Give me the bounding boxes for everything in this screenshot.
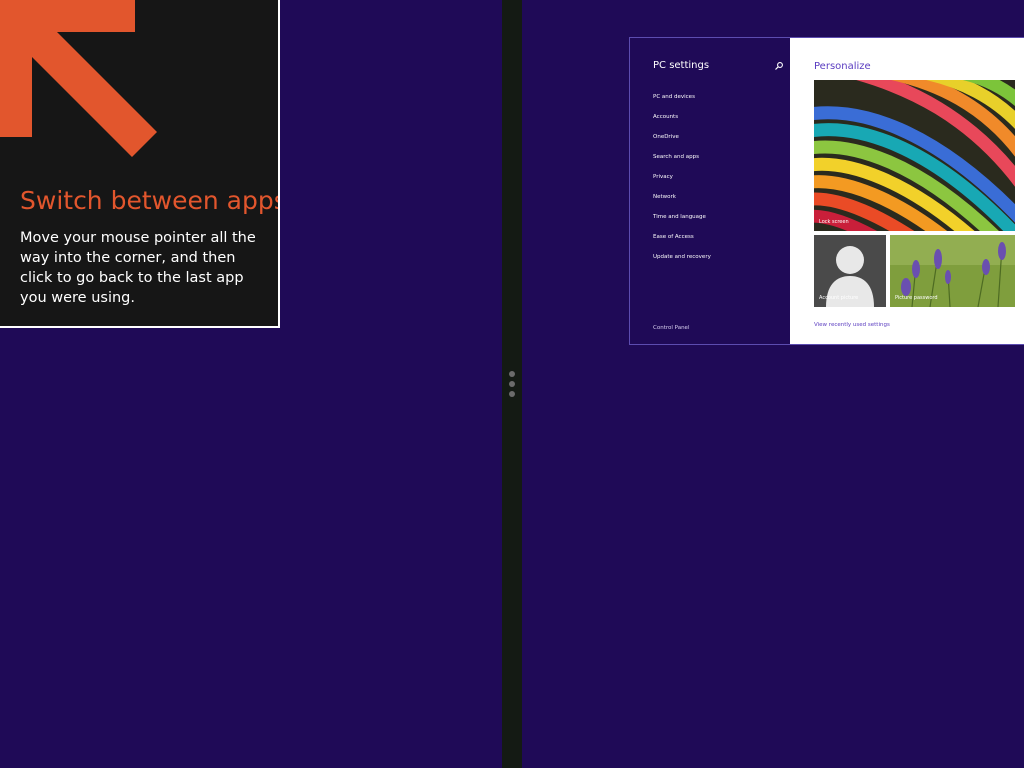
grip-dot-icon[interactable]	[509, 371, 515, 377]
tip-description: Move your mouse pointer all the way into…	[20, 230, 256, 306]
recent-settings-link[interactable]: View recently used settings	[814, 322, 890, 328]
lock-screen-image	[814, 80, 1015, 231]
lock-screen-tile[interactable]: Lock screen	[814, 80, 1015, 231]
nav-item-ease-of-access[interactable]: Ease of Access	[653, 233, 711, 253]
settings-nav-pane: PC settings PC and devices Accounts OneD…	[630, 38, 790, 344]
control-panel-link[interactable]: Control Panel	[653, 325, 689, 331]
nav-title: PC settings	[653, 60, 710, 71]
search-icon[interactable]	[774, 61, 784, 71]
account-picture-tile[interactable]: Account picture	[814, 235, 886, 307]
app-splitter[interactable]	[502, 0, 522, 768]
nav-item-update-and-recovery[interactable]: Update and recovery	[653, 253, 711, 273]
desktop: Switch between apps Move your mouse poin…	[0, 0, 1024, 768]
nav-item-search-and-apps[interactable]: Search and apps	[653, 153, 711, 173]
nav-item-pc-and-devices[interactable]: PC and devices	[653, 93, 711, 113]
picture-password-tile[interactable]: Picture password	[890, 235, 1015, 307]
grip-dot-icon[interactable]	[509, 391, 515, 397]
tip-panel: Switch between apps Move your mouse poin…	[0, 0, 280, 328]
nav-item-time-and-language[interactable]: Time and language	[653, 213, 711, 233]
picture-password-label: Picture password	[895, 295, 938, 301]
settings-content-pane: Personalize Lock screen Account picture …	[790, 38, 1024, 344]
nav-item-onedrive[interactable]: OneDrive	[653, 133, 711, 153]
settings-nav-list: PC and devices Accounts OneDrive Search …	[653, 93, 711, 273]
content-title: Personalize	[814, 61, 871, 72]
grip-dot-icon[interactable]	[509, 381, 515, 387]
nav-item-accounts[interactable]: Accounts	[653, 113, 711, 133]
tip-title: Switch between apps	[20, 186, 280, 215]
account-picture-label: Account picture	[819, 295, 859, 301]
arrow-up-left-icon	[0, 0, 157, 157]
nav-item-privacy[interactable]: Privacy	[653, 173, 711, 193]
pc-settings-window: PC settings PC and devices Accounts OneD…	[629, 37, 1024, 345]
nav-item-network[interactable]: Network	[653, 193, 711, 213]
lock-screen-label: Lock screen	[819, 219, 849, 225]
